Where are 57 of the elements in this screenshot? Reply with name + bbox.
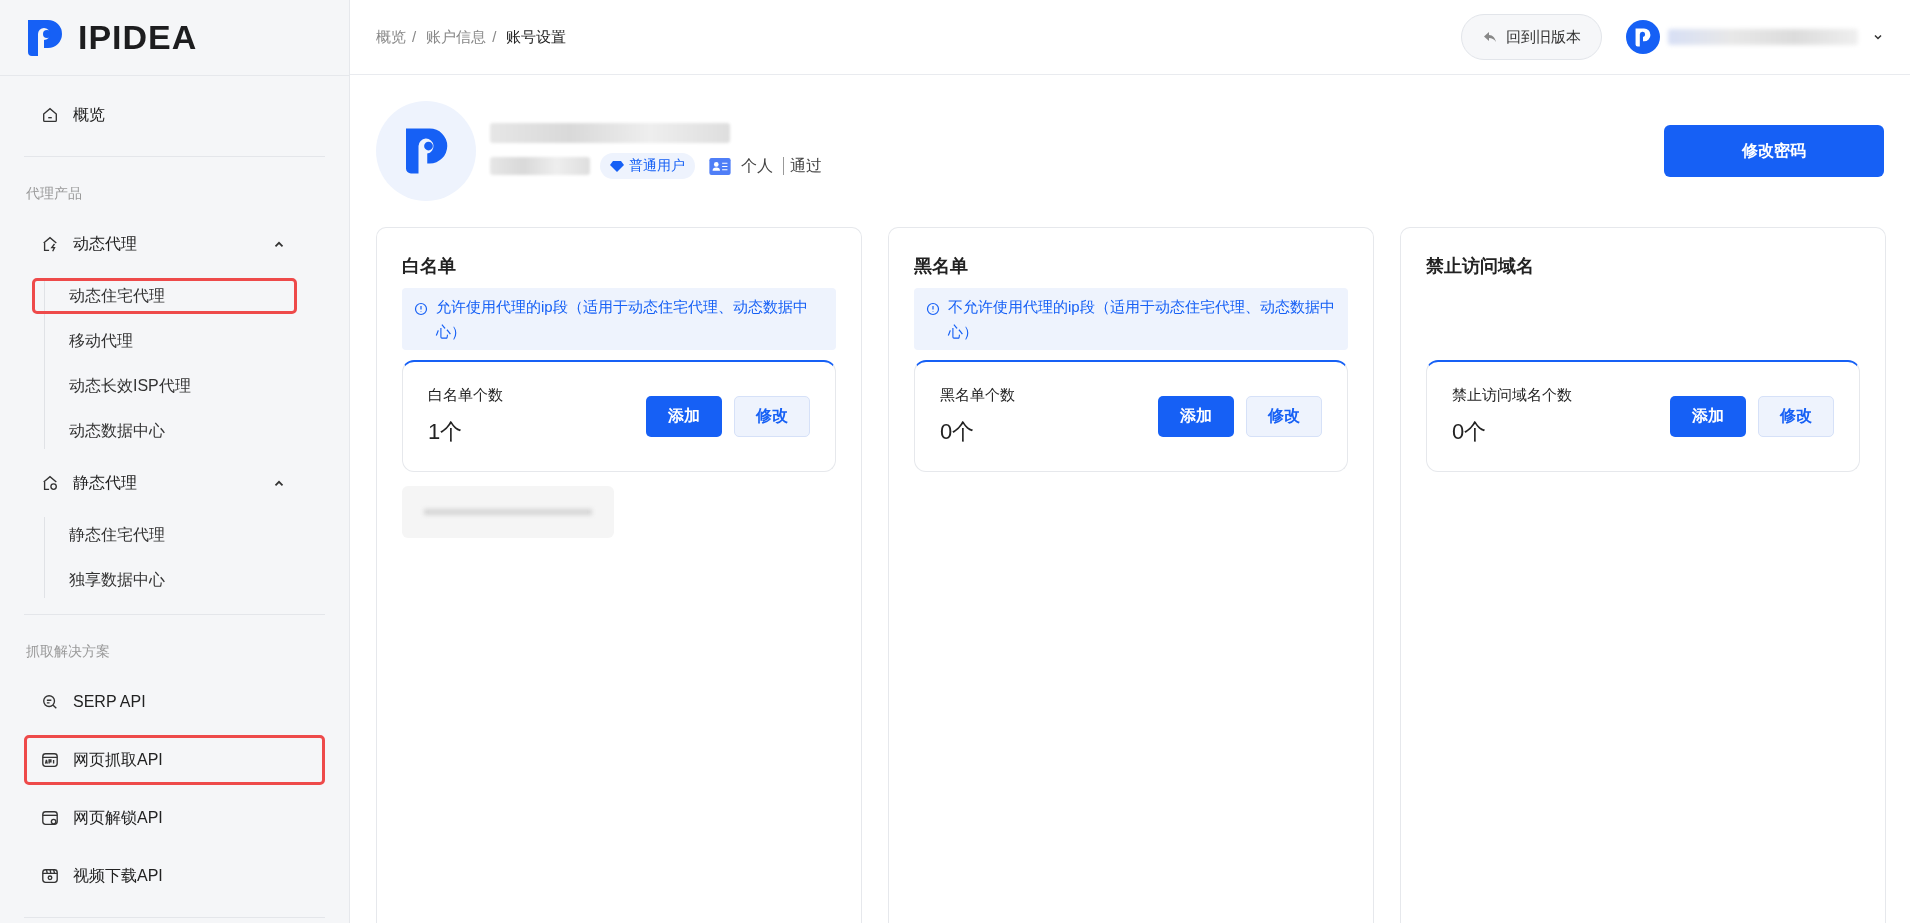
count-label: 禁止访问域名个数 xyxy=(1452,386,1573,405)
count-value: 0个 xyxy=(940,418,976,446)
notice-text: 允许使用代理的ip段（适用于动态住宅代理、动态数据中心） xyxy=(436,297,809,342)
sidebar-subitem[interactable]: 移动代理 xyxy=(32,323,297,359)
sidebar-item[interactable]: 静态代理 xyxy=(24,458,325,508)
breadcrumb-item[interactable]: 概览 xyxy=(376,27,406,47)
avatar-icon xyxy=(1626,20,1660,54)
sidebar-item[interactable]: 视频下载API xyxy=(24,851,325,901)
diamond-icon xyxy=(610,159,624,173)
old-version-button[interactable]: 回到旧版本 xyxy=(1461,14,1602,60)
count-value: 0个 xyxy=(1452,418,1488,446)
id-card-icon xyxy=(709,157,731,175)
card-title: 黑名单 xyxy=(914,255,969,278)
sidebar-subitem[interactable]: 独享数据中心 xyxy=(32,562,297,598)
change-password-button[interactable]: 修改密码 xyxy=(1664,125,1884,177)
house-icon xyxy=(41,235,59,253)
sidebar-item[interactable]: 动态代理 xyxy=(24,219,325,269)
avatar-icon xyxy=(376,101,476,201)
user-menu[interactable] xyxy=(1626,20,1884,54)
verification-status: 通过 xyxy=(790,155,822,176)
sidebar-item[interactable]: SERP API xyxy=(24,677,325,727)
edit-button[interactable]: 修改 xyxy=(1246,396,1322,437)
info-icon xyxy=(414,302,428,316)
logo-text: IPIDEA xyxy=(78,18,198,57)
breadcrumb-item[interactable]: 账户信息 xyxy=(426,27,487,47)
add-button[interactable]: 添加 xyxy=(646,396,722,437)
notice-text: 不允许使用代理的ip段（适用于动态住宅代理、动态数据中心） xyxy=(948,297,1336,342)
info-icon xyxy=(926,302,940,316)
section-title: 抓取解决方案 xyxy=(25,642,111,661)
breadcrumb-separator: / xyxy=(412,27,417,47)
edit-button[interactable]: 修改 xyxy=(1758,396,1834,437)
house-icon xyxy=(41,474,59,492)
sidebar-subitem[interactable]: 静态住宅代理 xyxy=(32,517,297,553)
sidebar-subitem[interactable]: 动态住宅代理 xyxy=(32,278,297,314)
count-value: 1个 xyxy=(428,418,464,446)
card-title: 禁止访问域名 xyxy=(1426,255,1535,278)
section-title: 代理产品 xyxy=(25,184,83,203)
count-label: 黑名单个数 xyxy=(940,386,1016,405)
user-level-badge: 普通用户 xyxy=(600,153,695,179)
sidebar-subitem[interactable]: 动态长效ISP代理 xyxy=(32,368,297,404)
sidebar-subitem[interactable]: 动态数据中心 xyxy=(32,413,297,449)
breadcrumb-item: 账号设置 xyxy=(506,27,567,47)
edit-button[interactable]: 修改 xyxy=(734,396,810,437)
add-button[interactable]: 添加 xyxy=(1670,396,1746,437)
home-icon xyxy=(41,106,59,124)
search-icon xyxy=(41,693,59,711)
account-type: 个人 xyxy=(741,155,773,176)
breadcrumb-separator: / xyxy=(492,27,497,47)
browser-icon xyxy=(41,751,59,769)
add-button[interactable]: 添加 xyxy=(1158,396,1234,437)
sidebar-item[interactable]: 网页抓取API xyxy=(24,735,325,785)
browser-icon xyxy=(41,809,59,827)
sidebar-item[interactable]: 网页解锁API xyxy=(24,793,325,843)
card-title: 白名单 xyxy=(402,255,457,278)
video-icon xyxy=(41,867,59,885)
sidebar-item[interactable]: 概览 xyxy=(24,90,325,140)
count-label: 白名单个数 xyxy=(428,386,504,405)
